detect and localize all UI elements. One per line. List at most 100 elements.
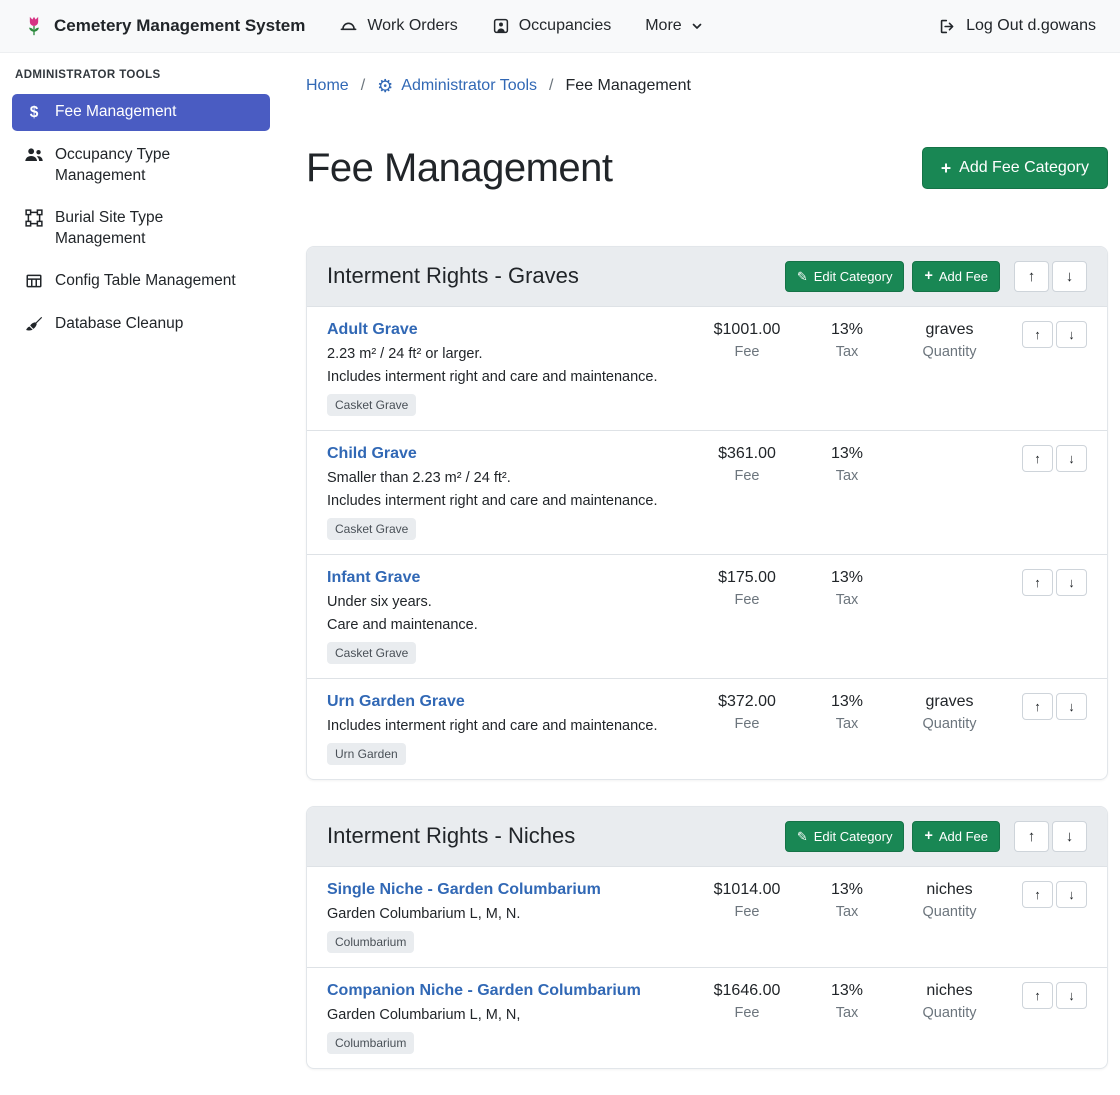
edit-category-label: Edit Category: [814, 829, 893, 844]
fee-row: Single Niche - Garden Columbarium Garden…: [307, 867, 1107, 967]
sidebar-item-label: Database Cleanup: [55, 314, 183, 334]
fee-amount-column: $1001.00 Fee: [692, 321, 802, 360]
fee-description: Includes interment right and care and ma…: [327, 493, 692, 509]
logout-link[interactable]: Log Out d.gowans: [938, 17, 1096, 36]
plus-icon: +: [941, 160, 951, 178]
sidebar-item-burial-site-type-management[interactable]: Burial Site Type Management: [12, 200, 270, 257]
fee-amount-label: Fee: [692, 1005, 802, 1021]
move-fee-down-button[interactable]: ↓: [1056, 982, 1087, 1009]
fee-name-link[interactable]: Single Niche - Garden Columbarium: [327, 881, 601, 898]
fee-description: Smaller than 2.23 m² / 24 ft².: [327, 470, 692, 486]
breadcrumb-admin-tools-link[interactable]: ⚙ Administrator Tools: [377, 77, 537, 95]
tax-value: 13%: [802, 881, 892, 899]
move-fee-up-button[interactable]: ↑: [1022, 881, 1053, 908]
arrow-down-icon: ↓: [1066, 268, 1074, 285]
tax-value: 13%: [802, 569, 892, 587]
nav-more-label: More: [645, 17, 681, 35]
nav-occupancies[interactable]: Occupancies: [492, 17, 612, 35]
move-fee-up-button[interactable]: ↑: [1022, 569, 1053, 596]
fee-amount-column: $361.00 Fee: [692, 445, 802, 484]
fee-reorder-group: ↑ ↓: [1007, 445, 1087, 472]
category-title: Interment Rights - Niches: [327, 823, 785, 849]
nav-work-orders[interactable]: Work Orders: [339, 17, 457, 36]
tax-value: 13%: [802, 445, 892, 463]
move-fee-up-button[interactable]: ↑: [1022, 982, 1053, 1009]
breadcrumb: Home / ⚙ Administrator Tools / Fee Manag…: [306, 77, 1108, 95]
fee-amount-label: Fee: [692, 468, 802, 484]
breadcrumb-home-link[interactable]: Home: [306, 77, 349, 95]
hard-hat-icon: [339, 17, 358, 36]
pencil-icon: ✎: [797, 270, 808, 283]
edit-category-button[interactable]: ✎ Edit Category: [785, 261, 905, 292]
main-content: Home / ⚙ Administrator Tools / Fee Manag…: [282, 53, 1120, 1095]
fee-reorder-group: ↑ ↓: [1007, 881, 1087, 908]
arrow-up-icon: ↑: [1034, 988, 1041, 1003]
arrow-down-icon: ↓: [1068, 451, 1075, 466]
arrow-up-icon: ↑: [1028, 268, 1036, 285]
add-fee-category-button[interactable]: + Add Fee Category: [922, 147, 1108, 189]
add-fee-button[interactable]: + Add Fee: [912, 261, 1000, 292]
arrow-down-icon: ↓: [1068, 699, 1075, 714]
fee-reorder-group: ↑ ↓: [1007, 982, 1087, 1009]
fee-description: Under six years.: [327, 594, 692, 610]
nav-more[interactable]: More: [645, 17, 702, 35]
fee-amount-label: Fee: [692, 716, 802, 732]
quantity-label: Quantity: [892, 1005, 1007, 1021]
quantity-value: niches: [892, 881, 1007, 899]
page-title: Fee Management: [306, 146, 613, 191]
sidebar-item-fee-management[interactable]: $ Fee Management: [12, 94, 270, 131]
move-fee-down-button[interactable]: ↓: [1056, 569, 1087, 596]
fee-type-badge: Columbarium: [327, 1032, 414, 1054]
edit-category-button[interactable]: ✎ Edit Category: [785, 821, 905, 852]
move-fee-up-button[interactable]: ↑: [1022, 445, 1053, 472]
vector-square-icon: [24, 209, 44, 227]
tax-label: Tax: [802, 468, 892, 484]
app-brand[interactable]: Cemetery Management System: [24, 15, 305, 37]
fee-name-link[interactable]: Companion Niche - Garden Columbarium: [327, 982, 641, 999]
sidebar-item-label: Config Table Management: [55, 271, 236, 291]
arrow-down-icon: ↓: [1068, 988, 1075, 1003]
sidebar-item-label: Fee Management: [55, 102, 177, 122]
move-category-down-button[interactable]: ↓: [1052, 261, 1087, 292]
move-category-down-button[interactable]: ↓: [1052, 821, 1087, 852]
sidebar-item-occupancy-type-management[interactable]: Occupancy Type Management: [12, 137, 270, 194]
quantity-label: Quantity: [892, 344, 1007, 360]
category-actions: ✎ Edit Category + Add Fee ↑ ↓: [785, 261, 1087, 292]
fee-name-link[interactable]: Urn Garden Grave: [327, 693, 465, 710]
fee-reorder-group: ↑ ↓: [1007, 321, 1087, 348]
move-fee-down-button[interactable]: ↓: [1056, 445, 1087, 472]
fee-amount-column: $372.00 Fee: [692, 693, 802, 732]
move-fee-down-button[interactable]: ↓: [1056, 321, 1087, 348]
arrow-up-icon: ↑: [1034, 699, 1041, 714]
sidebar-item-config-table-management[interactable]: Config Table Management: [12, 263, 270, 299]
tax-column: 13% Tax: [802, 881, 892, 920]
sidebar-item-label: Occupancy Type Management: [55, 145, 258, 186]
fee-description: 2.23 m² / 24 ft² or larger.: [327, 346, 692, 362]
sidebar-item-database-cleanup[interactable]: Database Cleanup: [12, 306, 270, 342]
fee-description: Care and maintenance.: [327, 617, 692, 633]
fee-name-link[interactable]: Infant Grave: [327, 569, 420, 586]
move-fee-down-button[interactable]: ↓: [1056, 693, 1087, 720]
fee-reorder-group: ↑ ↓: [1007, 569, 1087, 596]
move-fee-up-button[interactable]: ↑: [1022, 321, 1053, 348]
quantity-label: Quantity: [892, 904, 1007, 920]
move-category-up-button[interactable]: ↑: [1014, 821, 1049, 852]
sidebar: ADMINISTRATOR TOOLS $ Fee Management Occ…: [0, 53, 282, 364]
fee-description: Garden Columbarium L, M, N.: [327, 906, 692, 922]
fee-type-badge: Casket Grave: [327, 394, 416, 416]
fee-row: Adult Grave 2.23 m² / 24 ft² or larger. …: [307, 307, 1107, 430]
tulip-logo-icon: [24, 15, 44, 37]
arrow-up-icon: ↑: [1028, 828, 1036, 845]
move-category-up-button[interactable]: ↑: [1014, 261, 1049, 292]
fee-amount-column: $1014.00 Fee: [692, 881, 802, 920]
fee-name-link[interactable]: Adult Grave: [327, 321, 418, 338]
tax-label: Tax: [802, 716, 892, 732]
add-fee-button[interactable]: + Add Fee: [912, 821, 1000, 852]
move-fee-up-button[interactable]: ↑: [1022, 693, 1053, 720]
fee-name-link[interactable]: Child Grave: [327, 445, 417, 462]
quantity-value: graves: [892, 693, 1007, 711]
move-fee-down-button[interactable]: ↓: [1056, 881, 1087, 908]
fee-type-badge: Casket Grave: [327, 642, 416, 664]
tax-label: Tax: [802, 344, 892, 360]
tax-value: 13%: [802, 693, 892, 711]
